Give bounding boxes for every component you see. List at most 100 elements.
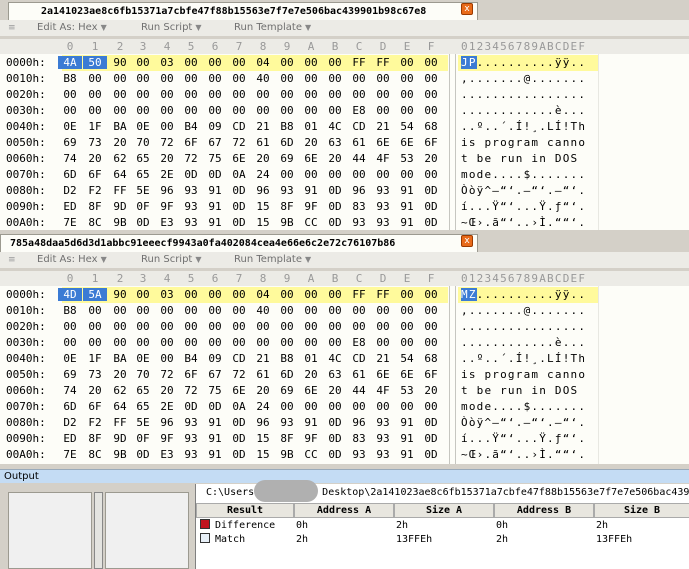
hex-byte[interactable]: 9B: [108, 216, 132, 229]
hex-byte[interactable]: 00: [323, 88, 347, 101]
hex-byte[interactable]: 00: [299, 56, 323, 69]
hex-byte[interactable]: 44: [347, 384, 371, 397]
editor2-hex-view[interactable]: 0 1 2 3 4 5 6 7 8 9 A B C D E F 0123456789ABCDEF 0000h: 4D…: [0, 271, 689, 464]
hex-byte[interactable]: 93: [275, 184, 299, 197]
run-template-dropdown[interactable]: Run Template ▼: [234, 20, 311, 36]
hex-byte[interactable]: 91: [299, 416, 323, 429]
hex-byte[interactable]: 00: [179, 88, 203, 101]
hex-byte[interactable]: 00: [395, 72, 419, 85]
hex-byte[interactable]: 00: [323, 56, 347, 69]
hex-byte[interactable]: 0E: [58, 352, 82, 365]
table-cell[interactable]: 0h: [496, 519, 508, 533]
hex-byte[interactable]: 91: [203, 216, 227, 229]
ascii-text[interactable]: ~Œ›.ã“‘..›Ì.““‘.: [461, 216, 586, 229]
hex-byte[interactable]: 00: [347, 168, 371, 181]
hex-byte[interactable]: 00: [419, 288, 443, 301]
hex-byte[interactable]: 00: [251, 88, 275, 101]
hex-byte[interactable]: 0D: [419, 184, 443, 197]
hex-byte[interactable]: 0D: [179, 168, 203, 181]
hex-byte[interactable]: 00: [108, 320, 132, 333]
hex-byte[interactable]: 00: [227, 104, 251, 117]
hex-byte[interactable]: 21: [371, 352, 395, 365]
hex-byte[interactable]: 00: [299, 400, 323, 413]
hex-byte[interactable]: 6D: [275, 136, 299, 149]
hex-byte[interactable]: 00: [131, 304, 155, 317]
hex-byte[interactable]: 2E: [155, 400, 179, 413]
ascii-text[interactable]: JP..........ÿÿ..: [461, 56, 586, 69]
hex-byte[interactable]: 54: [395, 120, 419, 133]
hex-byte[interactable]: 9B: [275, 216, 299, 229]
hex-byte[interactable]: 9D: [108, 200, 132, 213]
column-header[interactable]: Size B: [594, 503, 689, 518]
hex-byte[interactable]: 93: [371, 416, 395, 429]
hex-byte[interactable]: 00: [395, 104, 419, 117]
hex-byte[interactable]: 00: [203, 320, 227, 333]
ascii-text[interactable]: is program canno: [461, 136, 586, 149]
hex-byte[interactable]: 0F: [131, 200, 155, 213]
hex-byte[interactable]: 21: [371, 120, 395, 133]
hex-byte[interactable]: 0D: [227, 216, 251, 229]
hex-byte[interactable]: 00: [155, 88, 179, 101]
hex-byte[interactable]: 72: [155, 136, 179, 149]
hex-byte[interactable]: 61: [347, 368, 371, 381]
column-header[interactable]: Address B: [494, 503, 594, 518]
hex-byte[interactable]: 40: [251, 304, 275, 317]
hex-byte[interactable]: 4F: [371, 152, 395, 165]
hex-byte[interactable]: 00: [371, 72, 395, 85]
output-splitter-handle[interactable]: [94, 492, 103, 569]
hex-byte[interactable]: 00: [371, 336, 395, 349]
hex-byte[interactable]: 00: [395, 320, 419, 333]
hex-byte[interactable]: 62: [108, 384, 132, 397]
hex-byte[interactable]: 6F: [179, 368, 203, 381]
hex-byte[interactable]: 00: [299, 288, 323, 301]
hex-byte[interactable]: 00: [347, 304, 371, 317]
ascii-text[interactable]: ..º..´.Í!¸.LÍ!Th: [461, 120, 586, 133]
hex-byte[interactable]: 9B: [108, 448, 132, 461]
hex-byte[interactable]: 96: [251, 184, 275, 197]
hex-byte[interactable]: 9F: [155, 432, 179, 445]
hex-byte[interactable]: 00: [83, 304, 107, 317]
ascii-text[interactable]: is program canno: [461, 368, 586, 381]
hex-byte[interactable]: 00: [299, 336, 323, 349]
hex-byte[interactable]: 72: [179, 152, 203, 165]
hex-byte[interactable]: 00: [203, 72, 227, 85]
hex-byte[interactable]: 00: [227, 336, 251, 349]
hex-byte[interactable]: 91: [395, 448, 419, 461]
hex-byte[interactable]: 20: [251, 152, 275, 165]
hex-byte[interactable]: 5E: [131, 416, 155, 429]
hex-byte[interactable]: 53: [395, 152, 419, 165]
hex-byte[interactable]: 20: [155, 152, 179, 165]
hex-byte[interactable]: 00: [108, 88, 132, 101]
hex-byte[interactable]: 20: [323, 384, 347, 397]
hex-byte[interactable]: 4D: [58, 288, 82, 301]
editor1-tab[interactable]: 2a141023ae8c6fb15371a7cbfe47f88b15563e7f…: [8, 2, 478, 20]
hex-byte[interactable]: 90: [108, 56, 132, 69]
hex-byte[interactable]: 00: [131, 320, 155, 333]
hex-byte[interactable]: 15: [251, 200, 275, 213]
hex-byte[interactable]: 00: [251, 104, 275, 117]
hex-byte[interactable]: 00: [58, 104, 82, 117]
hex-byte[interactable]: 83: [347, 432, 371, 445]
hex-byte[interactable]: D2: [58, 416, 82, 429]
hex-byte[interactable]: 0D: [323, 200, 347, 213]
hex-byte[interactable]: 93: [371, 432, 395, 445]
table-cell[interactable]: 2h: [596, 519, 608, 533]
hex-byte[interactable]: 6D: [275, 368, 299, 381]
hex-byte[interactable]: 00: [419, 400, 443, 413]
hex-byte[interactable]: 6E: [371, 368, 395, 381]
hex-byte[interactable]: E8: [347, 104, 371, 117]
ascii-text[interactable]: t be run in DOS: [461, 152, 586, 165]
table-cell[interactable]: 13FFEh: [396, 533, 432, 547]
hex-byte[interactable]: 00: [108, 304, 132, 317]
hex-byte[interactable]: 93: [347, 216, 371, 229]
hex-byte[interactable]: 93: [179, 216, 203, 229]
hex-byte[interactable]: 6D: [58, 400, 82, 413]
hex-byte[interactable]: 68: [419, 120, 443, 133]
hex-byte[interactable]: 00: [108, 336, 132, 349]
hex-byte[interactable]: 6E: [395, 136, 419, 149]
hex-byte[interactable]: 00: [108, 72, 132, 85]
hex-byte[interactable]: 5A: [83, 288, 107, 301]
hex-byte[interactable]: 03: [155, 56, 179, 69]
hex-byte[interactable]: 62: [108, 152, 132, 165]
ascii-text[interactable]: ............è...: [461, 336, 586, 349]
